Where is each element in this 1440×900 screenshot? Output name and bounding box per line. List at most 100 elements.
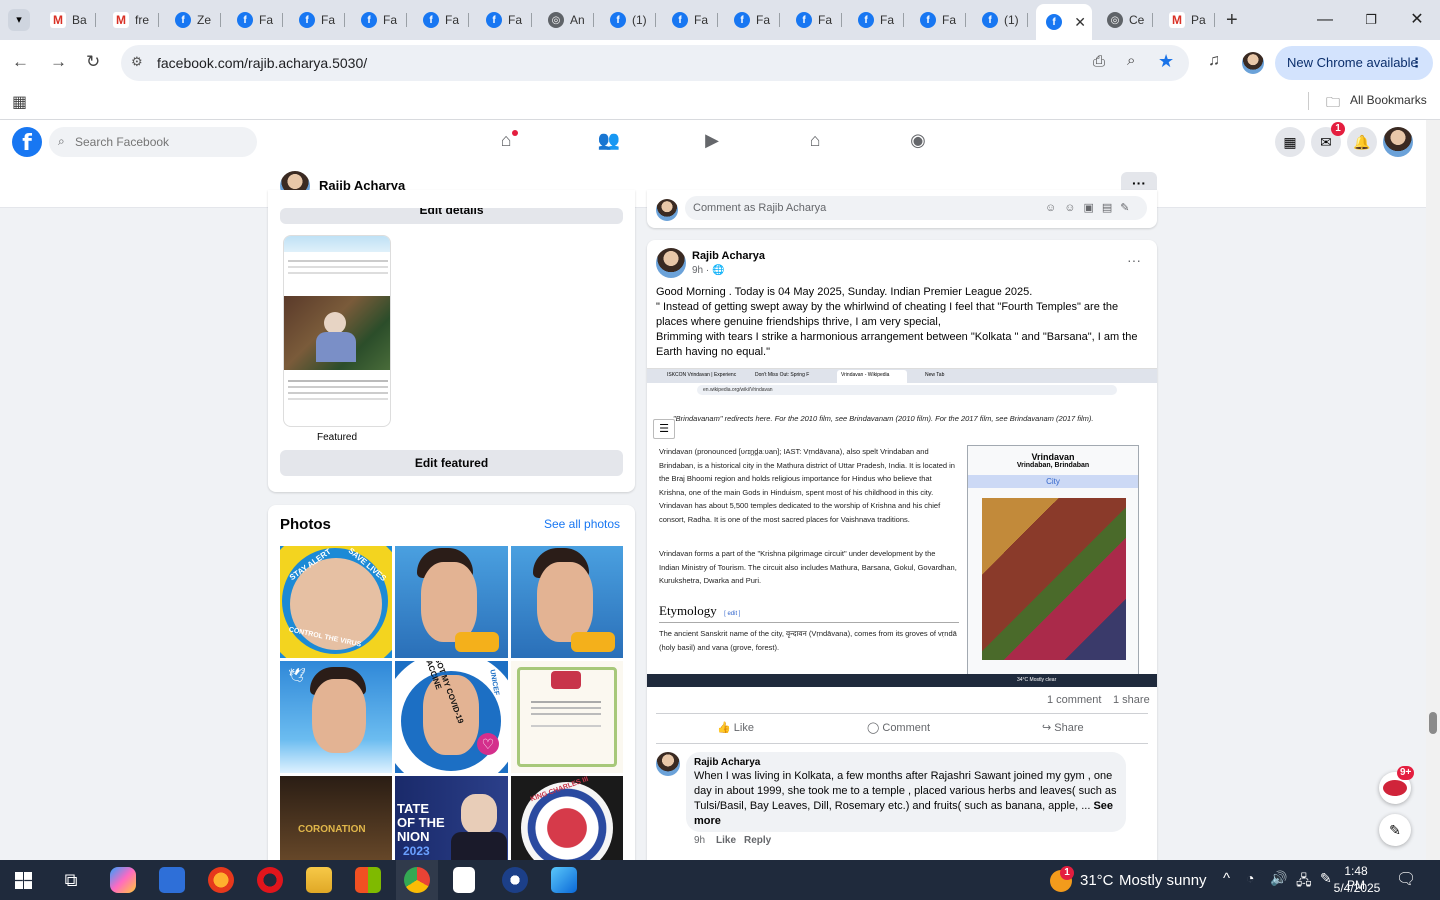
chrome-profile-avatar[interactable] [1242,52,1264,74]
chrome-menu-icon[interactable]: ⋮ [1410,46,1423,80]
watch-nav-icon[interactable]: ▶ [700,130,724,154]
clock-date[interactable]: 5/4/2025 [1331,881,1383,895]
post-time[interactable]: 9h · 🌐 [692,265,724,276]
browser-tab[interactable]: M Pa [1159,6,1215,34]
comment-author-avatar[interactable] [656,752,680,776]
install-app-icon[interactable]: ⎙ [1093,53,1105,70]
browser-tab[interactable]: f Fa [910,6,966,34]
scrollbar-thumb[interactable] [1429,712,1437,734]
browser-tab[interactable]: Mfre [103,6,159,34]
zoom-icon[interactable]: ⌕ [1127,52,1135,69]
browser-tab[interactable]: ◎ Ce [1097,6,1153,34]
browser-tab[interactable]: f (1) [600,6,656,34]
messenger-icon[interactable]: ✉ 1 [1311,122,1345,157]
tray-chevron-icon[interactable]: ^ [1223,870,1230,887]
microsoft-store-icon[interactable] [355,867,381,893]
browser-tab[interactable]: M Ba [40,6,96,34]
notification-center-icon[interactable]: 🗨 [1396,869,1416,889]
maximize-button[interactable]: ❐ [1356,8,1386,32]
like-button[interactable]: 👍 Like [717,721,754,734]
forward-button[interactable]: → [50,52,67,72]
comment-reply-button[interactable]: Reply [744,835,771,846]
site-info-icon[interactable]: ⚙ [131,54,143,70]
close-window-button[interactable]: ✕ [1402,8,1432,32]
pen-icon[interactable]: ✎ [1320,870,1332,887]
reload-button[interactable]: ↻ [86,52,100,72]
photos-app-icon[interactable] [551,867,577,893]
photo-stay-alert[interactable]: STAY ALERT SAVE LIVES CONTROL THE VIRUS [280,546,392,658]
edit-details-button[interactable]: Edit details [280,208,623,224]
see-all-photos-link[interactable]: See all photos [544,517,620,531]
browser-tab[interactable]: f Fa [227,6,283,34]
notepad-icon[interactable] [453,867,475,893]
firefox-icon[interactable] [208,867,234,893]
tab-search-button[interactable]: ▾ [8,9,30,31]
messaging-app-icon[interactable] [159,867,185,893]
new-message-compose-icon[interactable]: ✎ [1379,814,1411,846]
photo-king-charles-coronation[interactable]: KING CHARLES III [511,776,623,865]
minimize-button[interactable]: — [1310,8,1340,32]
search-input[interactable] [75,127,253,157]
post-options-icon[interactable]: ··· [1127,252,1141,268]
browser-tab[interactable]: f Fa [786,6,842,34]
browser-tab[interactable]: f Fa [289,6,345,34]
home-nav-icon[interactable]: ⌂ [494,130,518,154]
media-control-icon[interactable]: ♫ [1208,52,1220,70]
apps-grid-icon[interactable]: ▦ [12,92,27,112]
new-tab-button[interactable]: + [1226,9,1238,32]
photo-profile-2[interactable] [511,546,623,658]
language-icon[interactable]: ◔ [1246,870,1254,886]
photo-covid-vaccine[interactable]: I GOT MY COVID-19 VACCINE UNICEF ♡ [395,661,508,773]
browser-tab[interactable]: ◎ An [538,6,594,34]
notifications-bell-icon[interactable]: 🔔 [1347,127,1377,157]
browser-tab[interactable]: f Fa [724,6,780,34]
photo-coronation-invite[interactable] [511,661,623,773]
browser-tab[interactable]: f Fa [848,6,904,34]
task-view-icon[interactable]: ⧉ [58,867,84,893]
network-icon[interactable]: 🖧 [1296,870,1312,894]
facebook-logo-icon[interactable]: f [12,127,42,157]
facebook-search-box[interactable]: ⌕ [49,127,257,157]
account-avatar[interactable] [1383,127,1413,157]
omnibox[interactable]: ⚙ facebook.com/rajib.acharya.5030/ ⎙ ⌕ ★ [121,45,1189,81]
friends-nav-icon[interactable]: 👥 [597,130,621,154]
page-scrollbar[interactable] [1426,120,1440,860]
comment-author-name[interactable]: Rajib Acharya [694,757,760,768]
share-button[interactable]: ↪ Share [1042,721,1084,734]
comment-input[interactable]: Comment as Rajib Acharya ☺☺▣▤✎ [685,196,1147,220]
browser-tab[interactable]: f (1) [972,6,1028,34]
browser-tab[interactable]: f Fa [662,6,718,34]
browser-tab[interactable]: f Ze [165,6,221,34]
shares-count[interactable]: 1 share [1113,694,1150,706]
new-chrome-available-button[interactable]: New Chrome available ⋮ [1275,46,1433,80]
browser-tab[interactable]: f Fa [476,6,532,34]
edit-featured-button[interactable]: Edit featured [280,450,623,476]
weather-sun-icon[interactable]: 1 [1050,866,1074,892]
close-tab-icon[interactable]: ✕ [1074,14,1086,31]
file-explorer-icon[interactable] [306,867,332,893]
post-author-name[interactable]: Rajib Acharya [692,250,765,262]
photo-profile-1[interactable] [395,546,508,658]
browser-tab[interactable]: f Fa [351,6,407,34]
all-bookmarks-link[interactable]: All Bookmarks [1350,93,1427,107]
windows-start-icon[interactable] [15,872,32,889]
back-button[interactable]: ← [12,52,29,72]
browser-tab[interactable]: f ✕ [1036,4,1092,40]
menu-grid-icon[interactable]: ▦ [1275,127,1305,157]
weather-temp[interactable]: 31°C [1080,872,1114,889]
post-author-avatar[interactable] [656,248,686,278]
comments-count[interactable]: 1 comment [1047,694,1101,706]
photo-profile-sky[interactable]: 🕊 [280,661,392,773]
photo-coronation-concert[interactable]: CORONATION [280,776,392,865]
browser-tab[interactable]: f Fa [413,6,469,34]
comment-tools-icons[interactable]: ☺☺▣▤✎ [1045,201,1137,214]
media-app-icon[interactable] [502,867,528,893]
comment-button[interactable]: ◯ Comment [867,721,930,734]
opera-icon[interactable] [257,867,283,893]
news-floating-button[interactable]: 9+ [1379,766,1415,804]
post-image-wikipedia-screenshot[interactable]: ISKCON Vrindavan | Experienc Don't Miss … [647,368,1157,687]
url-text[interactable]: facebook.com/rajib.acharya.5030/ [157,55,367,71]
featured-story-thumbnail[interactable] [283,235,391,427]
groups-nav-icon[interactable]: ◉ [906,130,930,154]
weather-condition[interactable]: Mostly sunny [1119,872,1207,889]
